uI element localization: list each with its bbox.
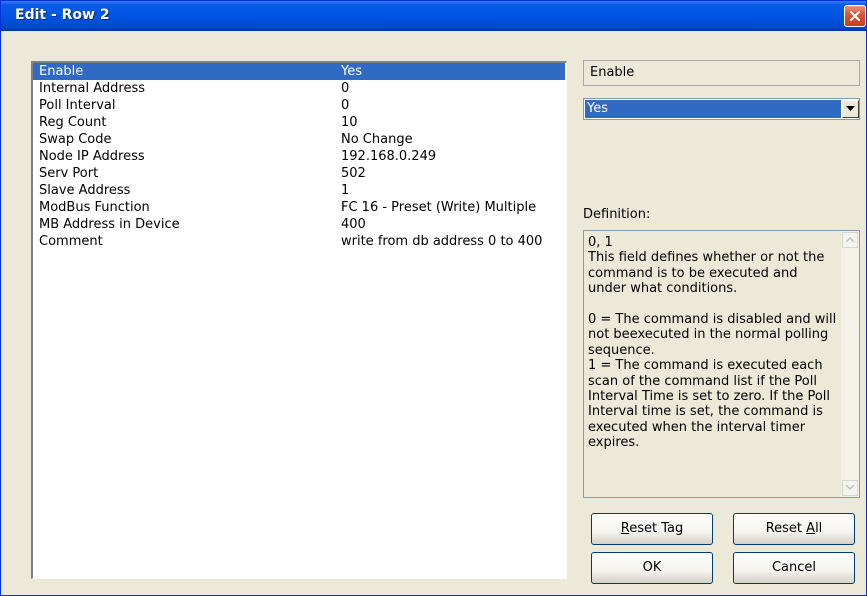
row-value: 502 xyxy=(341,166,366,181)
title-bar: Edit - Row 2 xyxy=(1,1,866,31)
window-title: Edit - Row 2 xyxy=(15,7,110,23)
list-row[interactable]: Serv Port 502 xyxy=(33,165,565,182)
ok-button[interactable]: OK xyxy=(591,552,713,584)
row-name: Swap Code xyxy=(39,132,112,147)
row-name: Reg Count xyxy=(39,115,107,130)
row-value: 1 xyxy=(341,183,350,198)
row-value: FC 16 - Preset (Write) Multiple xyxy=(341,200,537,215)
list-row[interactable]: Internal Address 0 xyxy=(33,80,565,97)
row-name: Slave Address xyxy=(39,183,131,198)
row-value: 0 xyxy=(341,98,350,113)
row-name: Internal Address xyxy=(39,81,146,96)
chevron-down-icon xyxy=(846,106,855,111)
reset-all-button[interactable]: Reset All xyxy=(733,513,855,545)
row-name: Node IP Address xyxy=(39,149,145,164)
definition-label: Definition: xyxy=(583,207,651,222)
list-row[interactable]: Slave Address 1 xyxy=(33,182,565,199)
scroll-down-icon xyxy=(846,485,854,490)
list-row[interactable]: Swap Code No Change xyxy=(33,131,565,148)
close-icon xyxy=(850,11,860,21)
row-value: No Change xyxy=(341,132,413,147)
cancel-button[interactable]: Cancel xyxy=(733,552,855,584)
list-row[interactable]: Enable Yes xyxy=(33,63,565,80)
scroll-up-icon xyxy=(846,237,854,242)
row-value: Yes xyxy=(341,64,362,79)
row-name: Serv Port xyxy=(39,166,99,181)
row-name: MB Address in Device xyxy=(39,217,180,232)
scroll-down-button[interactable] xyxy=(842,480,858,496)
list-row[interactable]: MB Address in Device 400 xyxy=(33,216,565,233)
row-value: 10 xyxy=(341,115,358,130)
close-button[interactable] xyxy=(844,5,866,27)
reset-all-accesskey: A xyxy=(806,521,816,536)
reset-tag-label: eset Tag xyxy=(629,521,684,536)
dropdown-button[interactable] xyxy=(842,100,859,118)
row-name: Poll Interval xyxy=(39,98,116,113)
field-name-display: Enable xyxy=(583,60,860,86)
scroll-up-button[interactable] xyxy=(842,232,858,248)
reset-all-label-pre: Reset xyxy=(765,521,807,536)
row-name: Comment xyxy=(39,234,103,249)
row-value: 0 xyxy=(341,81,350,96)
row-value: 400 xyxy=(341,217,366,232)
dropdown-selected-value: Yes xyxy=(585,100,841,118)
list-row[interactable]: Comment write from db address 0 to 400 xyxy=(33,233,565,250)
list-row[interactable]: ModBus Function FC 16 - Preset (Write) Mu… xyxy=(33,199,565,216)
reset-all-label: ll xyxy=(815,521,823,536)
list-row[interactable]: Poll Interval 0 xyxy=(33,97,565,114)
row-name: Enable xyxy=(39,64,84,79)
value-dropdown[interactable]: Yes xyxy=(583,98,860,120)
parameter-list[interactable]: Enable Yes Internal Address 0 Poll Interval 0… xyxy=(31,61,567,579)
list-row[interactable]: Reg Count 10 xyxy=(33,114,565,131)
row-value: write from db address 0 to 400 xyxy=(341,234,543,249)
definition-text: 0, 1 This field defines whether or not t… xyxy=(588,235,837,451)
row-value: 192.168.0.249 xyxy=(341,149,437,164)
list-row[interactable]: Node IP Address 192.168.0.249 xyxy=(33,148,565,165)
reset-tag-button[interactable]: Reset Tag xyxy=(591,513,713,545)
definition-textbox: 0, 1 This field defines whether or not t… xyxy=(583,230,860,498)
row-name: ModBus Function xyxy=(39,200,150,215)
reset-tag-accesskey: R xyxy=(620,521,630,536)
edit-dialog: Edit - Row 2 Enable Yes Internal Address 0 P… xyxy=(0,0,867,596)
definition-scrollbar[interactable] xyxy=(841,231,859,497)
